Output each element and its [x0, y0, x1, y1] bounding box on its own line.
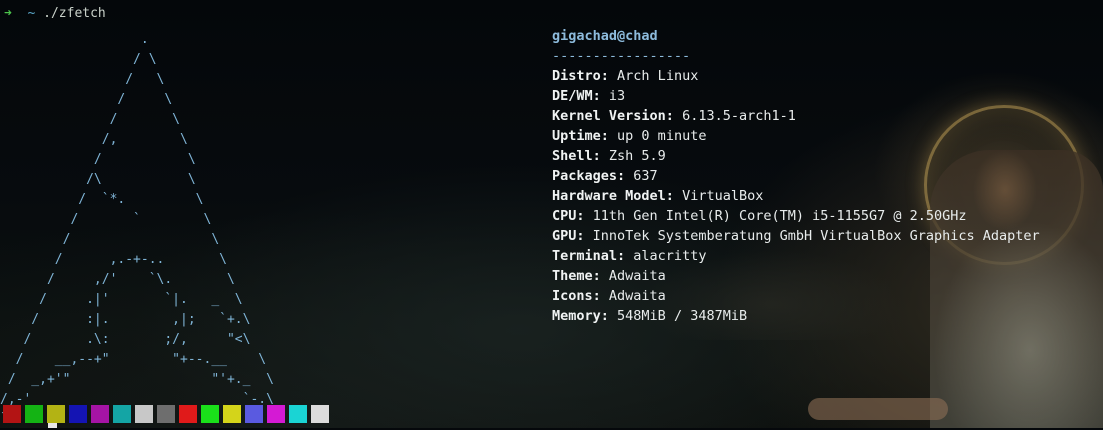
- info-row: Distro: Arch Linux: [552, 68, 699, 84]
- terminal-cursor: [48, 423, 57, 428]
- info-row: CPU: 11th Gen Intel(R) Core(TM) i5-1155G…: [552, 208, 967, 224]
- info-value: Adwaita: [608, 288, 666, 304]
- info-key: Kernel Version: [552, 108, 666, 124]
- color-swatch: [245, 405, 263, 423]
- color-swatch: [3, 405, 21, 423]
- info-value: up 0 minute: [617, 128, 707, 144]
- color-swatch: [91, 405, 109, 423]
- prompt-command: ./zfetch: [43, 6, 106, 21]
- prompt-cwd: ~: [27, 6, 36, 21]
- info-value: alacritty: [633, 248, 707, 264]
- info-row: Icons: Adwaita: [552, 288, 666, 304]
- color-swatch: [25, 405, 43, 423]
- arch-ascii-logo: . / \ / \ / \ / \ /, \ / \ /\ \ / `*. \: [0, 32, 282, 427]
- info-value: i3: [608, 88, 626, 104]
- color-palette: [3, 405, 329, 423]
- color-swatch: [113, 405, 131, 423]
- info-value: 637: [633, 168, 658, 184]
- info-row: Terminal: alacritty: [552, 248, 707, 264]
- info-value: Arch Linux: [617, 68, 699, 84]
- info-row: Packages: 637: [552, 168, 658, 184]
- info-row: Uptime: up 0 minute: [552, 128, 707, 144]
- color-swatch: [69, 405, 87, 423]
- color-swatch: [267, 405, 285, 423]
- color-swatch: [311, 405, 329, 423]
- info-value: 6.13.5-arch1-1: [682, 108, 796, 124]
- info-key: Theme: [552, 268, 593, 284]
- info-key: Terminal: [552, 248, 618, 264]
- color-swatch: [201, 405, 219, 423]
- shell-prompt: ➜ ~ ./zfetch: [4, 6, 106, 22]
- info-value: Zsh 5.9: [608, 148, 666, 164]
- info-key: Uptime: [552, 128, 601, 144]
- color-swatch: [179, 405, 197, 423]
- color-swatch: [135, 405, 153, 423]
- info-key: GPU: [552, 228, 577, 244]
- info-value: 548MiB / 3487MiB: [617, 308, 748, 324]
- info-key: Icons: [552, 288, 593, 304]
- info-value: InnoTek Systemberatung GmbH VirtualBox G…: [592, 228, 1040, 244]
- user-host-header: gigachad@chad: [552, 28, 658, 44]
- info-value: Adwaita: [608, 268, 666, 284]
- info-key: Hardware Model: [552, 188, 666, 204]
- info-value: 11th Gen Intel(R) Core(TM) i5-1155G7 @ 2…: [592, 208, 967, 224]
- info-key: Shell: [552, 148, 593, 164]
- info-row: DE/WM: i3: [552, 88, 626, 104]
- info-key: DE/WM: [552, 88, 593, 104]
- color-swatch: [157, 405, 175, 423]
- info-row: Shell: Zsh 5.9: [552, 148, 666, 164]
- info-rows: Distro: Arch Linux DE/WM: i3 Kernel Versio…: [552, 66, 1040, 326]
- info-value: VirtualBox: [682, 188, 764, 204]
- info-row: Memory: 548MiB / 3487MiB: [552, 308, 748, 324]
- wallpaper-hand: [808, 398, 948, 420]
- info-row: GPU: InnoTek Systemberatung GmbH Virtual…: [552, 228, 1040, 244]
- color-swatch: [223, 405, 241, 423]
- color-swatch: [47, 405, 65, 423]
- info-key: CPU: [552, 208, 577, 224]
- info-key: Distro: [552, 68, 601, 84]
- prompt-arrow-icon: ➜: [4, 6, 12, 21]
- system-info-panel: gigachad@chad ----------------- Distro: …: [552, 26, 1040, 326]
- info-key: Memory: [552, 308, 601, 324]
- header-separator: -----------------: [552, 48, 691, 64]
- info-row: Theme: Adwaita: [552, 268, 666, 284]
- info-key: Packages: [552, 168, 618, 184]
- info-row: Hardware Model: VirtualBox: [552, 188, 764, 204]
- info-row: Kernel Version: 6.13.5-arch1-1: [552, 108, 796, 124]
- color-swatch: [289, 405, 307, 423]
